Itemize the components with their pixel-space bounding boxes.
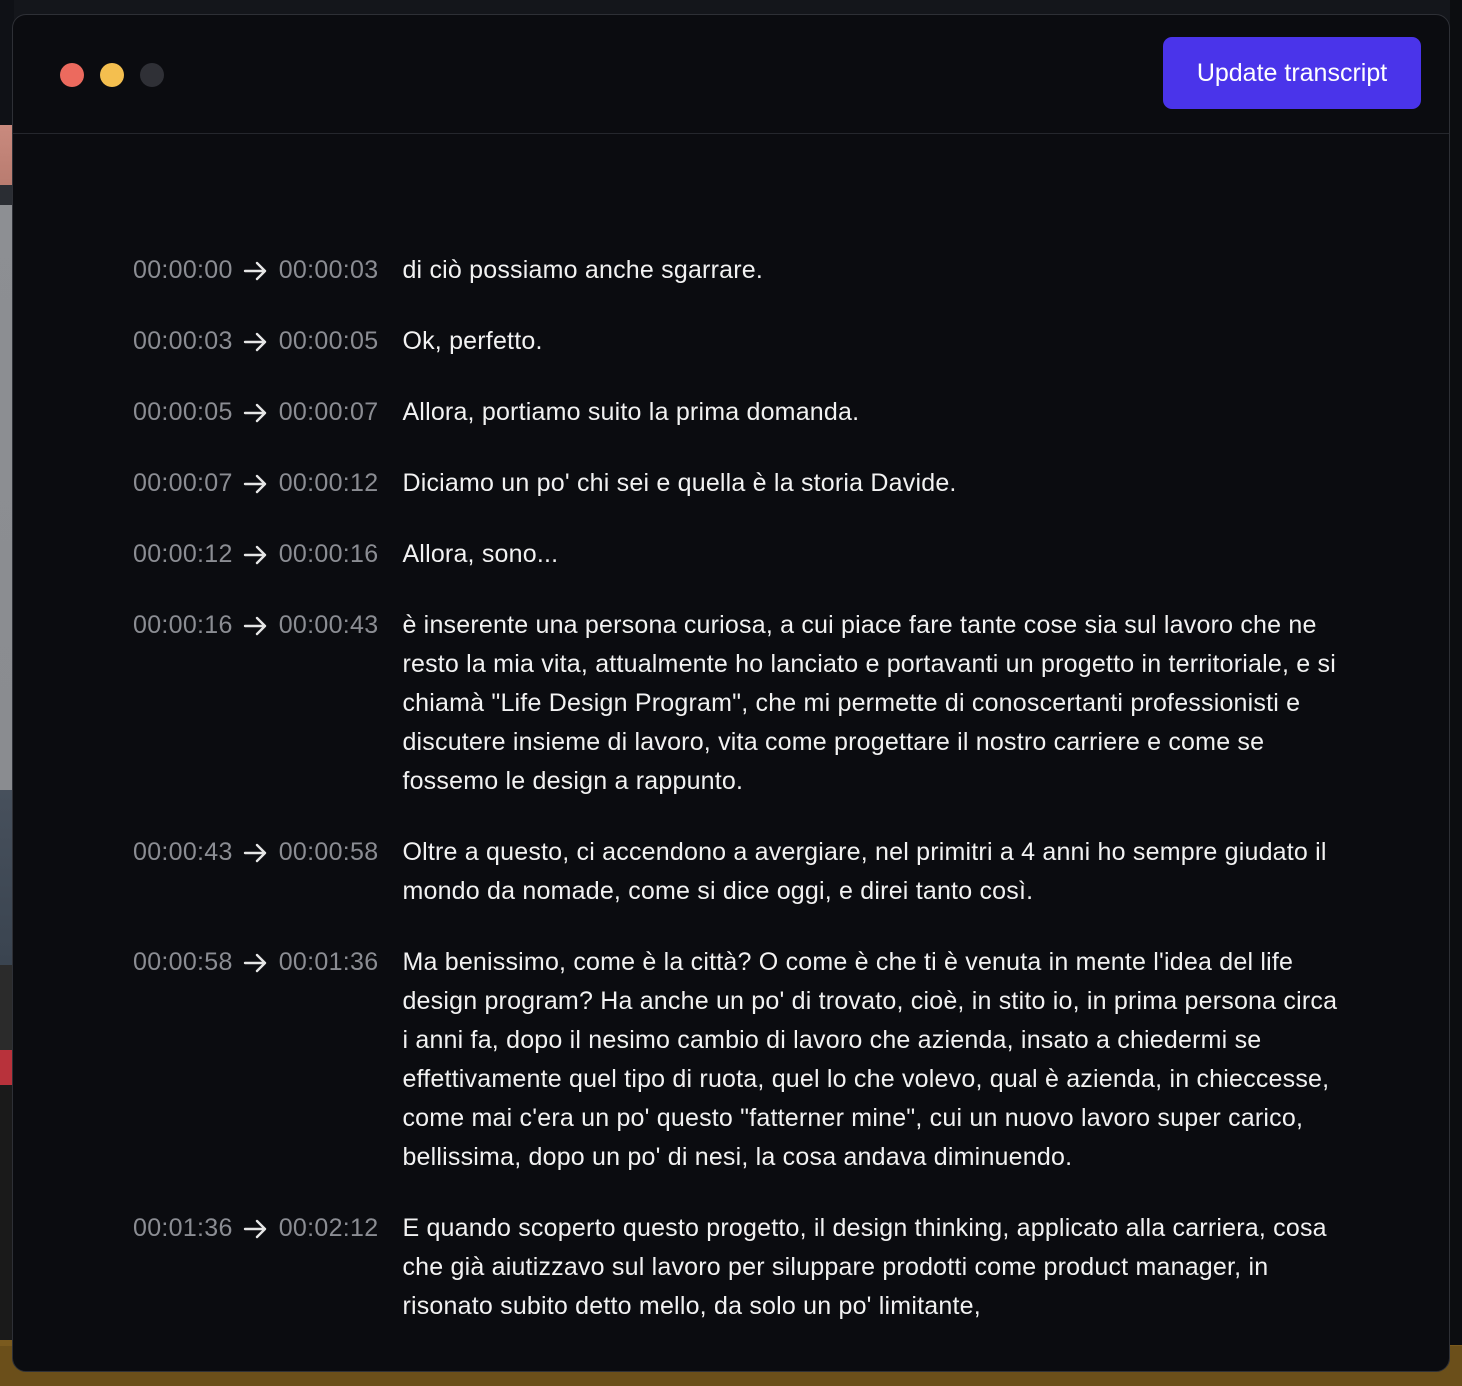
segment-end-time: 00:02:12 (278, 1214, 379, 1242)
segment-timestamp: 00:00:00 00:00:03 (133, 251, 378, 290)
arrow-right-icon (243, 260, 269, 282)
segment-start-time: 00:01:36 (133, 1214, 233, 1242)
arrow-right-icon (243, 331, 269, 353)
transcript-segment: 00:00:43 00:00:58 Oltre a questo, ci accen… (133, 833, 1349, 911)
segment-end-time: 00:00:03 (278, 256, 379, 284)
segment-text[interactable]: Allora, sono... (378, 535, 1349, 574)
segment-end-time: 00:00:07 (278, 398, 379, 426)
segment-timestamp: 00:00:58 00:01:36 (133, 943, 378, 982)
segment-end-time: 00:00:05 (278, 327, 379, 355)
transcript-segment: 00:00:03 00:00:05 Ok, perfetto. (133, 322, 1349, 361)
segment-text[interactable]: E quando scoperto questo progetto, il de… (378, 1209, 1349, 1326)
segment-timestamp: 00:00:05 00:00:07 (133, 393, 378, 432)
transcript-segment: 00:00:58 00:01:36 Ma benissimo, come è la … (133, 943, 1349, 1177)
arrow-right-icon (243, 952, 269, 974)
segment-end-time: 00:01:36 (278, 948, 379, 976)
transcript-segment: 00:00:05 00:00:07 Allora, portiamo suito l… (133, 393, 1349, 432)
transcript-segment: 00:00:16 00:00:43 è inserente una persona … (133, 606, 1349, 801)
segment-start-time: 00:00:07 (133, 469, 233, 497)
segment-end-time: 00:00:43 (278, 611, 379, 639)
transcript-window: Update transcript 00:00:00 00:00:03 di ciò… (12, 14, 1450, 1372)
minimize-window-button[interactable] (100, 63, 124, 87)
segment-timestamp: 00:00:43 00:00:58 (133, 833, 378, 872)
transcript-segment: 00:00:00 00:00:03 di ciò possiamo anche sg… (133, 251, 1349, 290)
segment-text[interactable]: Ok, perfetto. (378, 322, 1349, 361)
segment-text[interactable]: Allora, portiamo suito la prima domanda. (378, 393, 1349, 432)
transcript-list: 00:00:00 00:00:03 di ciò possiamo anche sg… (133, 251, 1349, 1358)
transcript-segment: 00:00:12 00:00:16 Allora, sono... (133, 535, 1349, 574)
segment-start-time: 00:00:58 (133, 948, 233, 976)
title-bar: Update transcript (13, 15, 1449, 134)
segment-text[interactable]: Diciamo un po' chi sei e quella è la sto… (378, 464, 1349, 503)
arrow-right-icon (243, 615, 269, 637)
segment-timestamp: 00:00:12 00:00:16 (133, 535, 378, 574)
background-app-right (1450, 0, 1462, 1386)
segment-end-time: 00:00:58 (278, 838, 379, 866)
segment-timestamp: 00:00:03 00:00:05 (133, 322, 378, 361)
arrow-right-icon (243, 1218, 269, 1240)
segment-timestamp: 00:00:16 00:00:43 (133, 606, 378, 645)
segment-start-time: 00:00:12 (133, 540, 233, 568)
transcript-segment: 00:00:07 00:00:12 Diciamo un po' chi sei e… (133, 464, 1349, 503)
segment-end-time: 00:00:16 (278, 540, 379, 568)
arrow-right-icon (243, 473, 269, 495)
segment-start-time: 00:00:16 (133, 611, 233, 639)
segment-timestamp: 00:01:36 00:02:12 (133, 1209, 378, 1248)
close-window-button[interactable] (60, 63, 84, 87)
segment-text[interactable]: Oltre a questo, ci accendono a avergiare… (378, 833, 1349, 911)
update-transcript-button[interactable]: Update transcript (1163, 37, 1421, 109)
segment-text[interactable]: di ciò possiamo anche sgarrare. (378, 251, 1349, 290)
segment-end-time: 00:00:12 (278, 469, 379, 497)
arrow-right-icon (243, 544, 269, 566)
segment-start-time: 00:00:05 (133, 398, 233, 426)
zoom-window-button[interactable] (140, 63, 164, 87)
transcript-segment: 00:01:36 00:02:12 E quando scoperto questo… (133, 1209, 1349, 1326)
segment-start-time: 00:00:03 (133, 327, 233, 355)
window-controls (60, 63, 164, 87)
segment-text[interactable]: Ma benissimo, come è la città? O come è … (378, 943, 1349, 1177)
arrow-right-icon (243, 842, 269, 864)
segment-text[interactable]: è inserente una persona curiosa, a cui p… (378, 606, 1349, 801)
segment-start-time: 00:00:43 (133, 838, 233, 866)
segment-start-time: 00:00:00 (133, 256, 233, 284)
arrow-right-icon (243, 402, 269, 424)
segment-timestamp: 00:00:07 00:00:12 (133, 464, 378, 503)
